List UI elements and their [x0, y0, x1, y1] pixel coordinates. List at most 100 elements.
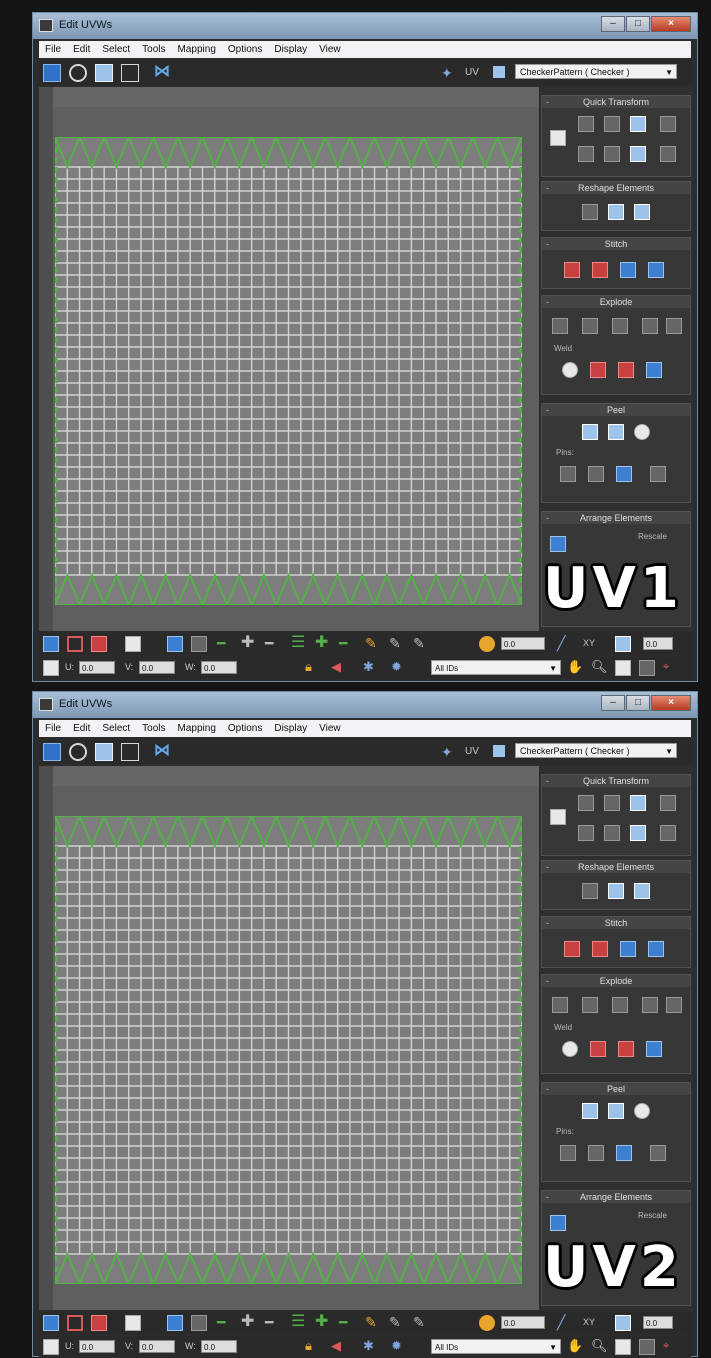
space-vertical-icon[interactable]: [660, 146, 676, 162]
pan-icon[interactable]: ✋: [567, 660, 583, 676]
rollout-header[interactable]: - Reshape Elements: [542, 182, 690, 194]
minimize-button[interactable]: –: [601, 16, 625, 32]
face-mode-icon[interactable]: [91, 636, 107, 652]
edge-ring-icon[interactable]: ☰: [291, 635, 307, 652]
menu-file[interactable]: File: [45, 723, 61, 734]
rotate-minus-icon[interactable]: [604, 795, 620, 811]
shrink-loop-icon[interactable]: ━: [265, 636, 281, 652]
align-horizontal-icon[interactable]: [578, 116, 594, 132]
snap-icon[interactable]: ⌖: [663, 1339, 679, 1355]
rollout-header[interactable]: - Stitch: [542, 238, 690, 250]
space-vertical-icon[interactable]: [660, 825, 676, 841]
move-icon[interactable]: [43, 743, 61, 761]
grow-ring-icon[interactable]: ✚: [315, 1314, 331, 1331]
explode-polygon-icon[interactable]: [612, 318, 628, 334]
break-icon[interactable]: [552, 318, 568, 334]
align-vertical-icon[interactable]: [578, 146, 594, 162]
grow-ring-icon[interactable]: ✚: [315, 635, 331, 652]
menu-tools[interactable]: Tools: [142, 723, 165, 734]
maximize-button[interactable]: □: [626, 16, 650, 32]
detach-icon[interactable]: [666, 318, 682, 334]
auto-pin-icon[interactable]: [616, 1145, 632, 1161]
element-mode-icon[interactable]: [125, 1315, 141, 1331]
edge-mode-icon[interactable]: [67, 636, 83, 652]
quick-peel-icon[interactable]: [582, 424, 598, 440]
weld-target-icon[interactable]: [562, 362, 578, 378]
enlarge-brush-icon[interactable]: ✎: [389, 636, 405, 652]
select-pinned-icon[interactable]: [650, 466, 666, 482]
freeze-icon[interactable]: ✱: [363, 1339, 379, 1355]
relax-icon[interactable]: [608, 883, 624, 899]
menu-file[interactable]: File: [45, 44, 61, 55]
snap-icon[interactable]: ⌖: [663, 660, 679, 676]
face-mode-icon[interactable]: [91, 1315, 107, 1331]
falloff-type-icon[interactable]: ╱: [557, 1315, 573, 1331]
menu-tools[interactable]: Tools: [142, 44, 165, 55]
shrink-selection-icon[interactable]: [191, 636, 207, 652]
paint-select-icon[interactable]: ✎: [365, 636, 381, 652]
relax-icon[interactable]: [608, 204, 624, 220]
uv-editor-viewport[interactable]: [39, 766, 539, 1310]
rotate-icon[interactable]: [69, 64, 87, 82]
checker-icon[interactable]: [493, 66, 505, 78]
pan-icon[interactable]: ✋: [567, 1339, 583, 1355]
menu-view[interactable]: View: [319, 723, 341, 734]
reset-peel-icon[interactable]: [634, 1103, 650, 1119]
rollout-header[interactable]: - Peel: [542, 1083, 690, 1095]
rollout-header[interactable]: - Quick Transform: [542, 96, 690, 108]
checker-icon[interactable]: [493, 745, 505, 757]
zoom-region-icon[interactable]: [639, 660, 655, 676]
hide-icon[interactable]: ◀: [331, 1339, 347, 1355]
title-bar[interactable]: Edit UVWs – □ ×: [33, 692, 697, 718]
weld-threshold-icon[interactable]: [646, 1041, 662, 1057]
weld-all-icon[interactable]: [618, 1041, 634, 1057]
zoom-icon[interactable]: 🔍︎: [591, 660, 608, 676]
reset-peel-icon[interactable]: [634, 424, 650, 440]
v-field[interactable]: 0.0: [139, 1340, 175, 1353]
peel-mode-icon[interactable]: [608, 1103, 624, 1119]
weld-selected-icon[interactable]: [590, 362, 606, 378]
move-icon[interactable]: [43, 64, 61, 82]
flatten-icon[interactable]: [642, 997, 658, 1013]
grow-selection-icon[interactable]: [167, 636, 183, 652]
rotate-90-icon[interactable]: [630, 825, 646, 841]
rotate-minus-icon[interactable]: [604, 116, 620, 132]
rollout-header[interactable]: - Reshape Elements: [542, 861, 690, 873]
align-horizontal-icon[interactable]: [578, 795, 594, 811]
stitch-custom-icon[interactable]: [648, 262, 664, 278]
soft-selection-icon[interactable]: [479, 636, 495, 652]
menu-select[interactable]: Select: [102, 44, 130, 55]
unpin-icon[interactable]: [588, 466, 604, 482]
shrink-brush-icon[interactable]: ✎: [413, 1315, 429, 1331]
vertex-mode-icon[interactable]: [43, 1315, 59, 1331]
absolute-offset-icon[interactable]: [43, 1339, 59, 1355]
unpin-icon[interactable]: [588, 1145, 604, 1161]
weld-selected-icon[interactable]: [590, 1041, 606, 1057]
shrink-loop-icon[interactable]: ━: [265, 1315, 281, 1331]
stitch-custom-icon[interactable]: [648, 941, 664, 957]
edge-distance-field[interactable]: 0.0: [643, 1316, 673, 1329]
falloff-field[interactable]: 0.0: [501, 1316, 545, 1329]
edge-distance-field[interactable]: 0.0: [643, 637, 673, 650]
pin-icon[interactable]: [560, 466, 576, 482]
menu-mapping[interactable]: Mapping: [178, 723, 216, 734]
hide-icon[interactable]: ◀: [331, 660, 347, 676]
rollout-header[interactable]: - Stitch: [542, 917, 690, 929]
xy-switch[interactable]: XY: [583, 1317, 595, 1327]
maximize-button[interactable]: □: [626, 695, 650, 711]
uv-editor-viewport[interactable]: [39, 87, 539, 631]
pack-icon[interactable]: [550, 1215, 566, 1231]
explode-to-smoothing-groups-icon[interactable]: [582, 318, 598, 334]
scale-icon[interactable]: [95, 743, 113, 761]
stitch-to-average-icon[interactable]: [592, 941, 608, 957]
element-mode-icon[interactable]: [125, 636, 141, 652]
vertex-mode-icon[interactable]: [43, 636, 59, 652]
minimize-button[interactable]: –: [601, 695, 625, 711]
edge-ring-icon[interactable]: ☰: [291, 1314, 307, 1331]
shrink-ring-icon[interactable]: ━: [339, 1315, 355, 1331]
absolute-offset-icon[interactable]: [43, 660, 59, 676]
texture-dropdown[interactable]: CheckerPattern ( Checker ) ▼: [515, 743, 677, 758]
soft-selection-icon[interactable]: [479, 1315, 495, 1331]
pivot-icon[interactable]: [550, 809, 566, 825]
select-pinned-icon[interactable]: [650, 1145, 666, 1161]
